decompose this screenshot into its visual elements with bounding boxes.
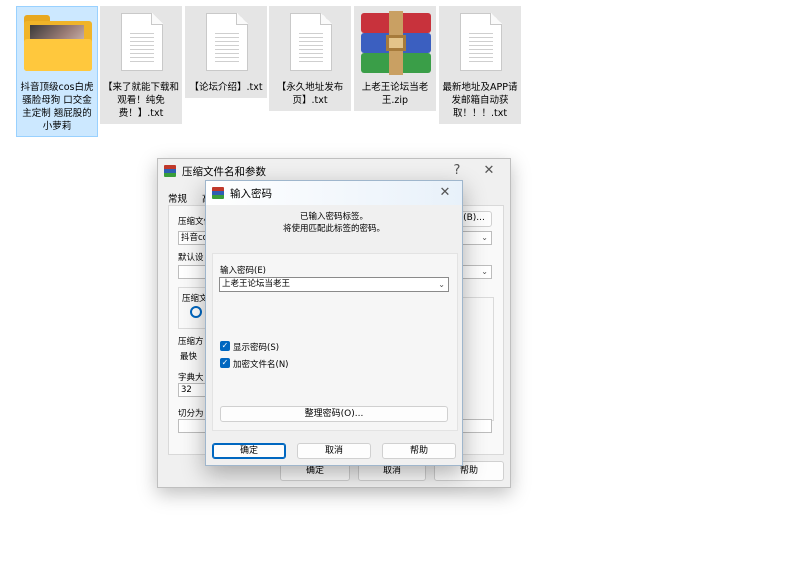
options-group	[462, 297, 494, 421]
file-label: 上老王论坛当老王.zip	[361, 82, 429, 106]
default-profile-label: 默认设	[178, 253, 204, 263]
ok-button[interactable]: 确定	[212, 443, 286, 459]
method-label: 压缩方	[178, 337, 204, 347]
password-input[interactable]: 上老王论坛当老王 ⌄	[219, 277, 449, 292]
file-txt-latest[interactable]: 最新地址及APP请发邮箱自动获取！！！.txt	[439, 6, 521, 124]
cancel-button[interactable]: 取消	[297, 443, 371, 459]
dialog-title: 输入密码	[230, 187, 272, 200]
text-file-icon	[206, 13, 248, 71]
text-file-icon	[290, 13, 332, 71]
file-txt-permanent[interactable]: 【永久地址发布页】.txt	[269, 6, 351, 111]
folder-icon	[24, 15, 92, 71]
password-value: 上老王论坛当老王	[222, 279, 291, 289]
enter-password-dialog: 输入密码 ✕ 已输入密码标签。 将使用匹配此标签的密码。 输入密码(E) 上老王…	[205, 180, 463, 466]
dictionary-label: 字典大	[178, 373, 204, 383]
encrypt-filenames-checkbox[interactable]: ✓	[220, 358, 230, 368]
split-unit-combo[interactable]	[462, 419, 492, 433]
help-button[interactable]: 帮助	[382, 443, 456, 459]
show-password-checkbox[interactable]: ✓	[220, 341, 230, 351]
file-txt-download[interactable]: 【来了就能下载和观看！纯免费！】.txt	[100, 6, 182, 124]
file-label: 抖音顶级cos白虎骚脸母狗 口交金主定制 翘屁股的小萝莉	[20, 82, 94, 132]
rar-format-radio[interactable]	[190, 306, 202, 318]
close-icon[interactable]: ✕	[474, 159, 504, 183]
password-label: 输入密码(E)	[220, 266, 267, 276]
chevron-down-icon[interactable]: ⌄	[438, 278, 445, 291]
winrar-archive-icon	[361, 11, 431, 75]
update-mode-combo[interactable]: ⌄	[462, 265, 492, 279]
close-icon[interactable]: ✕	[430, 181, 460, 205]
split-volumes-label: 切分为	[178, 409, 204, 419]
info-line-2: 将使用匹配此标签的密码。	[282, 224, 385, 234]
titlebar: 输入密码 ✕	[206, 181, 462, 205]
file-label: 【论坛介绍】.txt	[189, 82, 263, 93]
file-zip-archive[interactable]: 上老王论坛当老王.zip	[354, 6, 436, 111]
show-password-label[interactable]: 显示密码(S)	[233, 341, 279, 353]
organize-passwords-button[interactable]: 整理密码(O)...	[220, 406, 448, 422]
encrypt-filenames-label[interactable]: 加密文件名(N)	[233, 358, 289, 370]
winrar-icon	[212, 187, 224, 199]
file-label: 最新地址及APP请发邮箱自动获取！！！.txt	[442, 82, 518, 119]
archive-name-combo[interactable]: ⌄	[462, 231, 492, 245]
method-value[interactable]: 最快	[180, 350, 197, 362]
file-folder-cos[interactable]: 抖音顶级cos白虎骚脸母狗 口交金主定制 翘屁股的小萝莉	[16, 6, 98, 137]
winrar-icon	[164, 165, 176, 177]
tab-general[interactable]: 常规	[168, 191, 187, 205]
text-file-icon	[460, 13, 502, 71]
info-line-1: 已输入密码标签。	[299, 212, 368, 222]
chevron-down-icon: ⌄	[481, 233, 488, 242]
dialog-title: 压缩文件名和参数	[182, 165, 266, 178]
text-file-icon	[121, 13, 163, 71]
file-label: 【永久地址发布页】.txt	[276, 82, 344, 106]
chevron-down-icon: ⌄	[481, 267, 488, 276]
file-label: 【来了就能下载和观看！纯免费！】.txt	[103, 82, 180, 119]
file-txt-intro[interactable]: 【论坛介绍】.txt	[185, 6, 267, 98]
archive-format-label: 压缩文	[182, 294, 208, 304]
